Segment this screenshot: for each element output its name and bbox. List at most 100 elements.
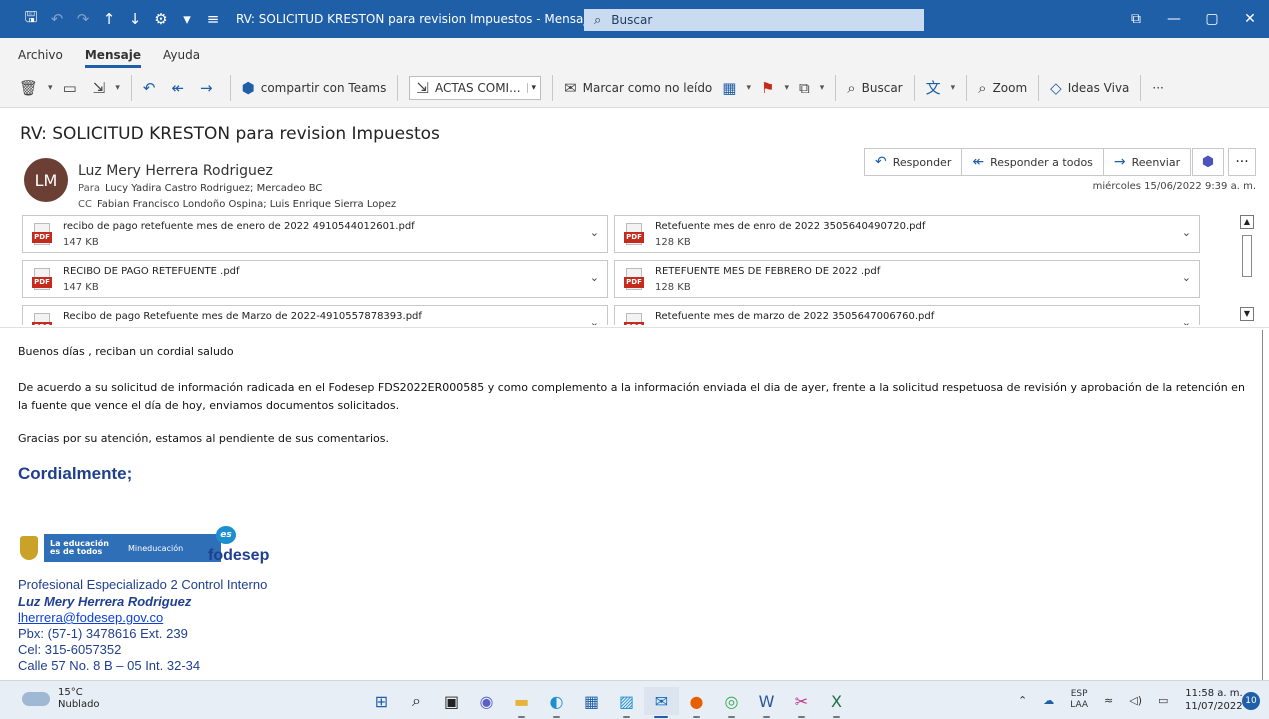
reply-all-button[interactable]: ↞ <box>166 74 195 102</box>
reply-all-action-button[interactable]: ↞ Responder a todos <box>961 148 1104 176</box>
word-button[interactable]: W <box>749 687 784 718</box>
weather-widget[interactable]: 15°C Nublado <box>22 687 100 711</box>
more-actions-button[interactable]: ··· <box>1228 148 1256 176</box>
reply-button[interactable]: ↶ <box>138 74 167 102</box>
ribbon-display-icon[interactable]: ⧉ <box>1117 11 1155 27</box>
clock[interactable]: 11:58 a. m. 11/07/2022 <box>1185 687 1243 713</box>
snipping-tool-button[interactable]: ✂ <box>784 687 819 718</box>
attachment-item[interactable]: PDF Retefuente mes de marzo de 2022 3505… <box>614 305 1200 325</box>
more-commands-button[interactable]: ··· <box>1147 74 1168 102</box>
delete-button[interactable]: 🗑 ▾ <box>14 74 58 102</box>
viva-insights-button[interactable]: ◇ Ideas Viva <box>1045 74 1134 102</box>
excel-button[interactable]: X <box>819 687 854 718</box>
mark-unread-label: Marcar como no leído <box>582 80 713 95</box>
sender-name[interactable]: Luz Mery Herrera Rodriguez <box>78 163 273 179</box>
save-icon[interactable]: 🖫 <box>18 7 44 32</box>
attachment-name: RETEFUENTE MES DE FEBRERO DE 2022 .pdf <box>655 266 881 277</box>
menu-archivo[interactable]: Archivo <box>18 48 63 68</box>
chevron-down-icon[interactable]: ⌄ <box>590 226 599 239</box>
start-button[interactable]: ⊞ <box>364 687 399 715</box>
policy-button[interactable]: ⧉ ▾ <box>794 74 829 102</box>
avatar[interactable]: LM <box>24 158 68 202</box>
quickstep-dropdown[interactable]: ⇲ ACTAS COMI... ▾ <box>409 75 542 100</box>
translate-button[interactable]: 文 ▾ <box>921 74 961 102</box>
separator <box>913 74 915 101</box>
scroll-up-button[interactable]: ▲ <box>1240 215 1254 229</box>
forward-icon: → <box>1113 154 1126 170</box>
menu-ayuda[interactable]: Ayuda <box>163 48 200 68</box>
qat-dropdown-icon[interactable]: ▾ <box>174 10 200 28</box>
fodesep-es-icon: es <box>216 526 236 544</box>
attachment-item[interactable]: PDF RECIBO DE PAGO RETEFUENTE .pdf 147 K… <box>22 260 608 298</box>
attachment-item[interactable]: PDF RETEFUENTE MES DE FEBRERO DE 2022 .p… <box>614 260 1200 298</box>
photos-button[interactable]: ▨ <box>609 687 644 718</box>
chevron-down-icon: ▾ <box>950 82 956 93</box>
reply-action-button[interactable]: ↶ Responder <box>864 148 963 176</box>
tray-overflow-icon[interactable]: ⌃ <box>1018 694 1027 707</box>
scroll-down-button[interactable]: ▼ <box>1240 307 1254 321</box>
attachment-size: 128 KB <box>655 237 691 248</box>
pdf-icon: PDF <box>32 223 52 247</box>
customize-quick-access-icon[interactable]: ⚙ <box>148 10 174 28</box>
search-box[interactable]: ⌕ Buscar <box>584 9 924 31</box>
onedrive-icon[interactable]: ☁ <box>1043 694 1054 707</box>
attachments-scrollbar[interactable]: ▲ ▼ <box>1240 215 1256 325</box>
attachment-item[interactable]: PDF Retefuente mes de enro de 2022 35056… <box>614 215 1200 253</box>
volume-icon[interactable]: ◁) <box>1129 694 1142 707</box>
categorize-button[interactable]: ▦ ▾ <box>717 74 756 102</box>
outlook-button[interactable]: ✉ <box>644 687 679 718</box>
body-scrollbar[interactable] <box>1262 330 1269 680</box>
find-button[interactable]: ⌕ Buscar <box>842 74 907 102</box>
qat-more-icon[interactable]: ≡ <box>200 10 226 28</box>
notification-badge[interactable]: 10 <box>1242 692 1260 710</box>
edge-icon: ◐ <box>549 691 564 711</box>
archive-button[interactable]: ▭ <box>58 74 88 102</box>
body-closing: Cordialmente; <box>18 464 133 483</box>
mineducacion-logo: La educación es de todos Mineducación <box>44 534 221 562</box>
task-view-button[interactable]: ▣ <box>434 687 469 715</box>
zoom-icon: ⌕ <box>978 78 987 97</box>
scroll-thumb[interactable] <box>1242 235 1252 277</box>
forward-button[interactable]: → <box>195 74 224 102</box>
menu-mensaje[interactable]: Mensaje <box>84 48 141 68</box>
forward-action-button[interactable]: → Reenviar <box>1102 148 1192 176</box>
attachment-item[interactable]: PDF Recibo de pago Retefuente mes de Mar… <box>22 305 608 325</box>
cloud-icon <box>22 692 50 706</box>
cc-recipients[interactable]: Fabian Francisco Londoño Ospina; Luis En… <box>97 199 396 210</box>
move-button[interactable]: ⇲ ▾ <box>88 74 125 102</box>
language-indicator[interactable]: ESP LAA <box>1070 689 1088 711</box>
wifi-icon[interactable]: ≈ <box>1104 694 1113 707</box>
chevron-down-icon[interactable]: ⌄ <box>1182 226 1191 239</box>
chevron-down-icon[interactable]: ⌄ <box>1182 316 1191 325</box>
policy-icon: ⧉ <box>798 78 810 97</box>
chevron-down-icon[interactable]: ⌄ <box>590 271 599 284</box>
undo-icon[interactable]: ↶ <box>44 10 70 28</box>
window-title: RV: SOLICITUD KRESTON para revision Impu… <box>236 12 641 26</box>
teams-chat-button[interactable]: ⬢ <box>1192 148 1224 176</box>
chat-button[interactable]: ◉ <box>469 687 504 715</box>
minimize-icon[interactable]: — <box>1155 11 1193 27</box>
mark-unread-button[interactable]: ✉ Marcar como no leído <box>559 74 717 102</box>
file-explorer-button[interactable]: ▬ <box>504 687 539 718</box>
next-item-icon[interactable]: ↓ <box>122 10 148 28</box>
maximize-icon[interactable]: ▢ <box>1193 11 1231 27</box>
redo-icon[interactable]: ↷ <box>70 10 96 28</box>
share-teams-button[interactable]: ⬢ compartir con Teams <box>237 74 392 102</box>
close-icon[interactable]: ✕ <box>1231 11 1269 27</box>
separator <box>835 74 837 101</box>
chrome-button[interactable]: ◎ <box>714 687 749 718</box>
search-taskbar-button[interactable]: ⌕ <box>399 687 434 715</box>
chevron-down-icon[interactable]: ⌄ <box>1182 271 1191 284</box>
body-thanks: Gracias por su atención, estamos al pend… <box>18 432 389 445</box>
store-button[interactable]: ▦ <box>574 687 609 715</box>
attachment-item[interactable]: PDF recibo de pago retefuente mes de ene… <box>22 215 608 253</box>
chevron-down-icon[interactable]: ⌄ <box>590 316 599 325</box>
signature-email-link[interactable]: lherrera@fodesep.gov.co <box>18 611 163 624</box>
previous-item-icon[interactable]: ↑ <box>96 10 122 28</box>
flag-button[interactable]: ⚑ ▾ <box>756 74 794 102</box>
firefox-button[interactable]: ● <box>679 687 714 718</box>
zoom-button[interactable]: ⌕ Zoom <box>973 74 1032 102</box>
edge-button[interactable]: ◐ <box>539 687 574 718</box>
to-recipients[interactable]: Lucy Yadira Castro Rodriguez; Mercadeo B… <box>105 183 322 194</box>
battery-icon[interactable]: ▭ <box>1158 694 1168 707</box>
